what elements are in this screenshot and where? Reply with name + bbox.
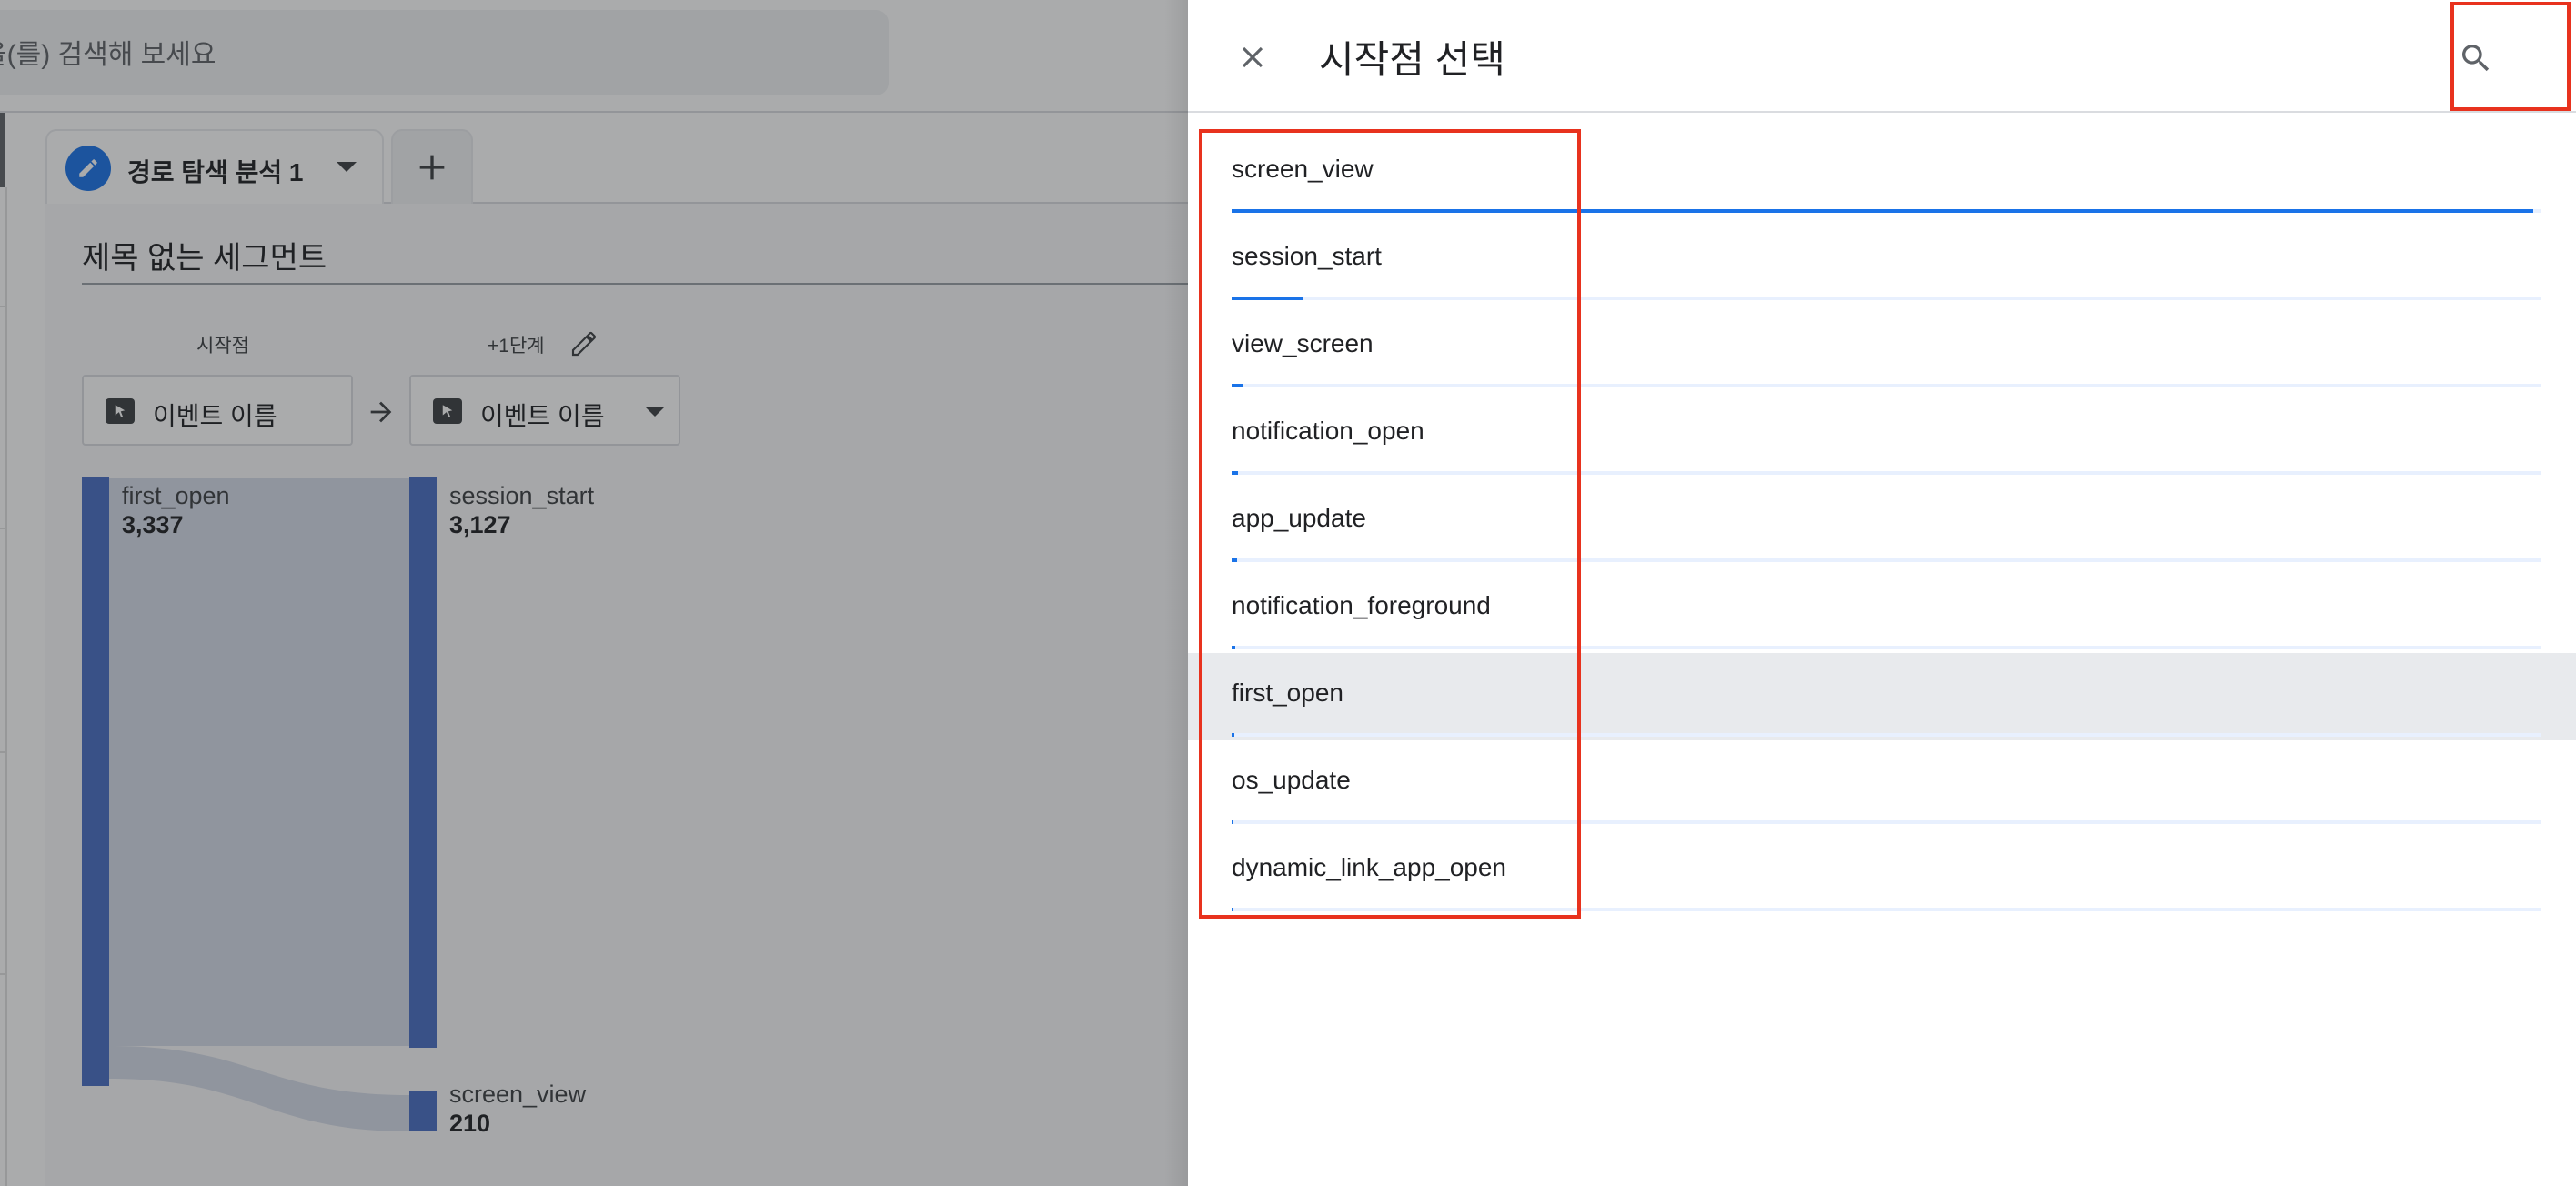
modal-scrim[interactable]	[0, 0, 1188, 1186]
panel-shadow	[1164, 0, 1188, 1186]
panel-title: 시작점 선택	[1319, 38, 1505, 81]
close-button[interactable]	[1228, 33, 1277, 82]
close-icon	[1242, 46, 1263, 68]
annotation-highlight-event-list	[1199, 129, 1581, 919]
panel-header: 시작점 선택	[1188, 0, 2576, 113]
annotation-highlight-search	[2450, 2, 2571, 111]
